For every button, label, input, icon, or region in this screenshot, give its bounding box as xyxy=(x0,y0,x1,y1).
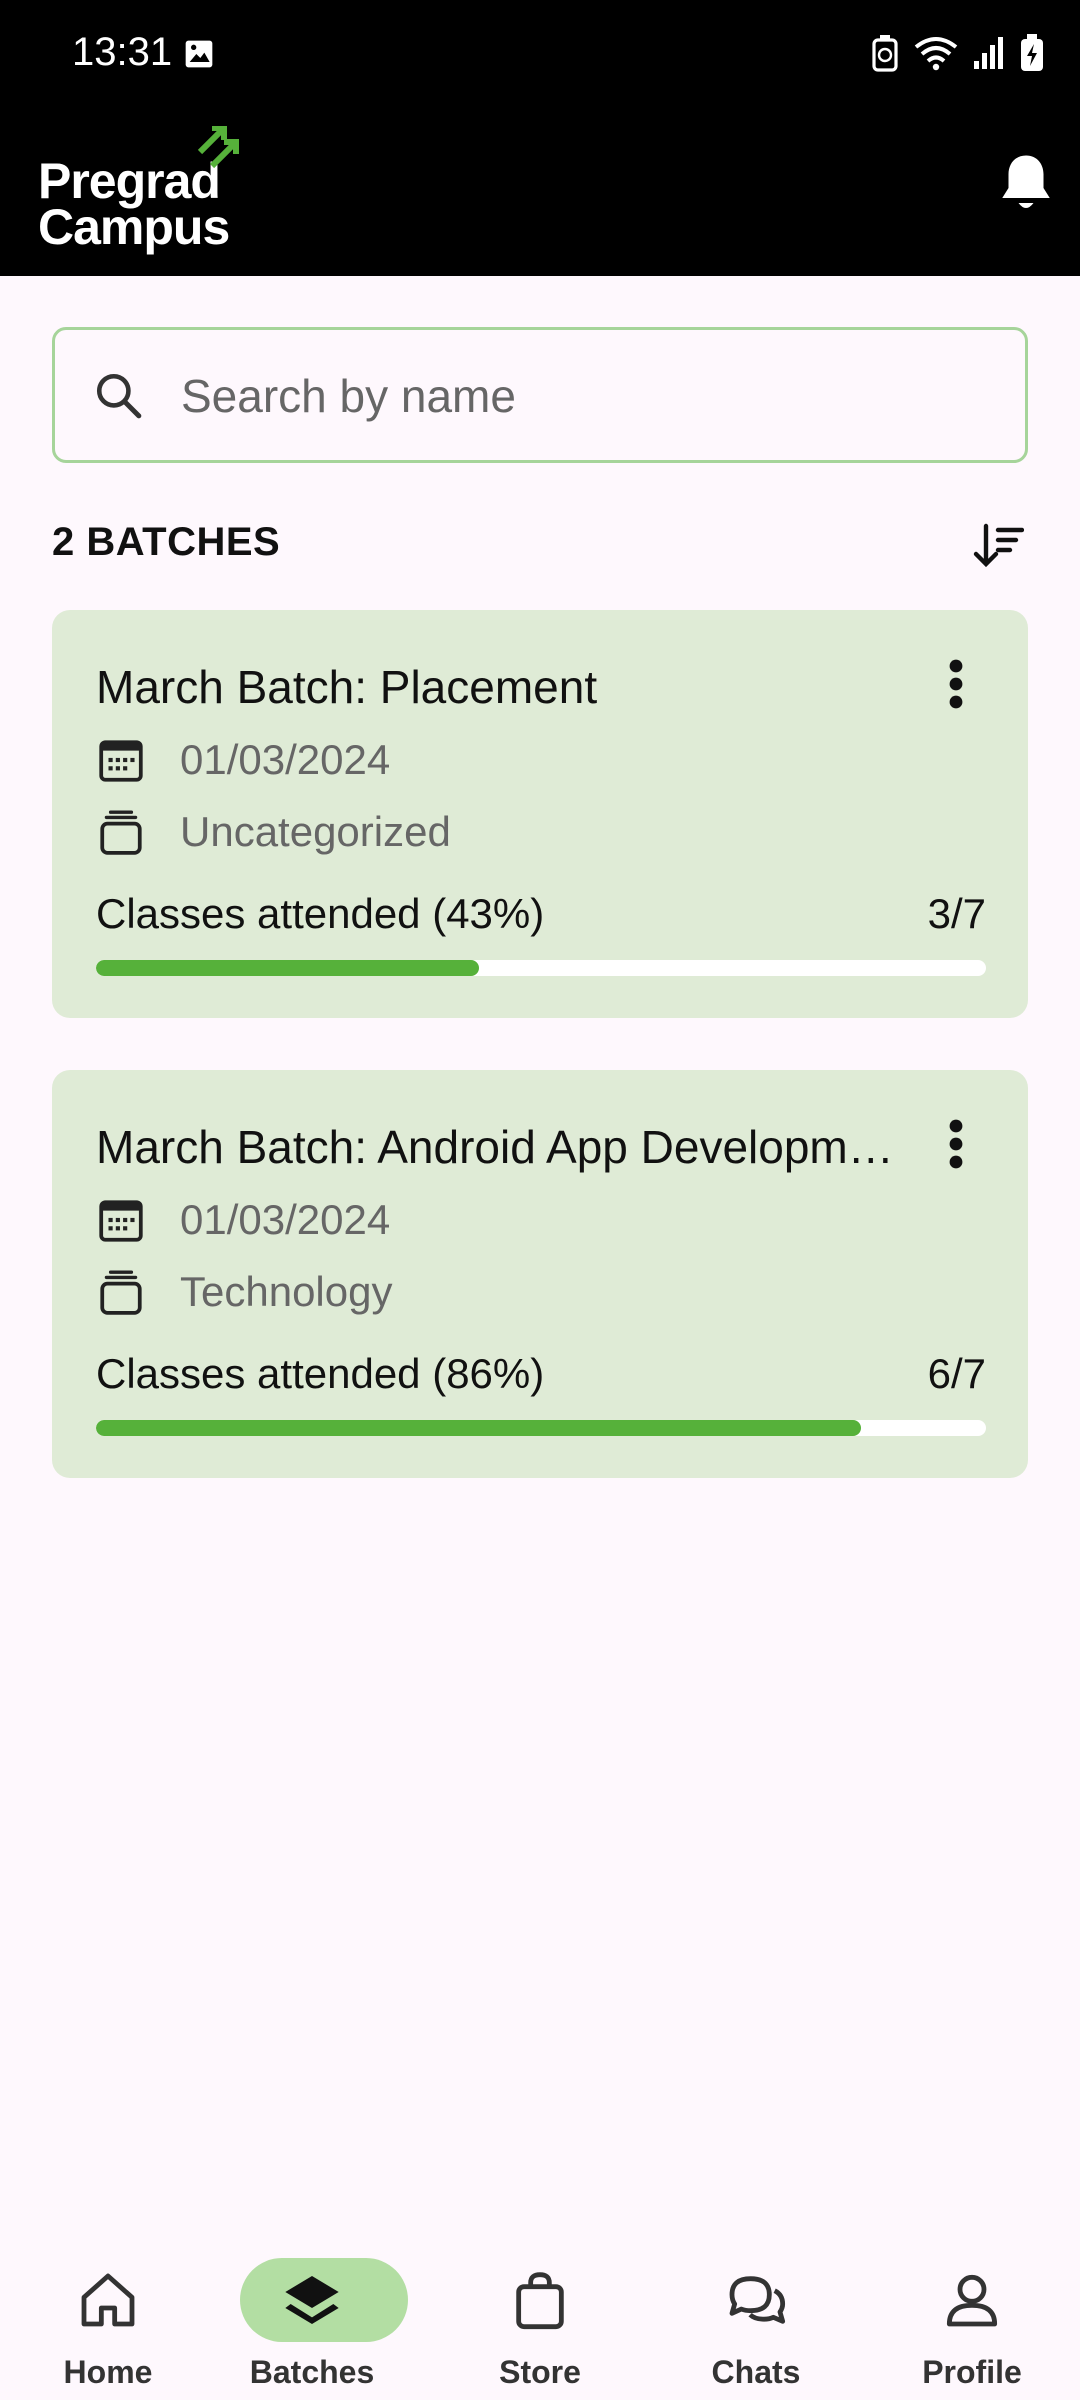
calendar-icon xyxy=(99,1200,143,1242)
more-vert-icon[interactable] xyxy=(936,1114,976,1174)
bag-icon xyxy=(516,2272,564,2330)
chat-icon xyxy=(729,2276,786,2324)
attendance-count: 3/7 xyxy=(927,890,986,937)
battery-charging-icon xyxy=(1021,34,1043,71)
batch-category: Uncategorized xyxy=(180,808,451,855)
batch-date-row: 01/03/2024 xyxy=(96,1190,390,1250)
stack-icon xyxy=(100,810,142,855)
batch-title: March Batch: Android App Developm… xyxy=(96,1121,894,1173)
attendance-label: Classes attended (43%) xyxy=(96,890,545,937)
attendance-progress-bar xyxy=(96,960,986,976)
batches-count-label: 2 BATCHES xyxy=(52,520,281,564)
attendance-count: 6/7 xyxy=(927,1350,986,1397)
layers-icon xyxy=(285,2276,339,2324)
nav-batches-label: Batches xyxy=(249,2354,375,2390)
nav-chats-label: Chats xyxy=(711,2354,801,2390)
bottom-navigation: Home Batches Store Chats Profile xyxy=(0,2216,1080,2400)
search-box[interactable] xyxy=(52,327,1028,463)
sort-icon[interactable] xyxy=(972,520,1024,572)
nav-home[interactable]: Home xyxy=(8,2236,208,2390)
attendance-label: Classes attended (86%) xyxy=(96,1350,545,1397)
attendance-progress-bar xyxy=(96,1420,986,1436)
batch-date: 01/03/2024 xyxy=(180,736,391,783)
image-notification-icon xyxy=(185,40,213,68)
logo-arrow-icon xyxy=(197,126,239,169)
batch-date-row: 01/03/2024 xyxy=(96,730,390,790)
nav-store-label: Store xyxy=(499,2354,581,2390)
batch-date: 01/03/2024 xyxy=(180,1196,391,1243)
signal-icon xyxy=(974,37,1003,69)
batch-category-row: Uncategorized xyxy=(96,802,451,862)
calendar-icon xyxy=(99,740,143,782)
nav-chats[interactable]: Chats xyxy=(656,2236,856,2390)
home-icon xyxy=(81,2273,135,2327)
batch-card[interactable]: March Batch: Android App Developm… 01/03… xyxy=(52,1070,1028,1478)
nav-store[interactable]: Store xyxy=(440,2236,640,2390)
nav-profile-label: Profile xyxy=(922,2354,1022,2390)
nav-profile[interactable]: Profile xyxy=(872,2236,1072,2390)
batch-card[interactable]: March Batch: Placement 01/03/2024 Uncate… xyxy=(52,610,1028,1018)
attendance-progress-fill xyxy=(96,960,479,976)
search-input[interactable] xyxy=(181,360,981,432)
person-icon xyxy=(946,2274,998,2327)
notification-bell-icon[interactable] xyxy=(996,150,1056,216)
logo-line-2: Campus xyxy=(38,199,230,255)
stack-icon xyxy=(100,1270,142,1315)
more-vert-icon[interactable] xyxy=(936,654,976,714)
batch-category-row: Technology xyxy=(96,1262,392,1322)
search-icon xyxy=(96,373,142,419)
nav-home-label: Home xyxy=(63,2354,153,2390)
battery-saver-icon xyxy=(872,35,898,72)
batch-title: March Batch: Placement xyxy=(96,661,598,713)
nav-batches[interactable]: Batches xyxy=(212,2236,412,2390)
status-bar: 13:31 xyxy=(0,0,1080,108)
status-icons xyxy=(872,34,1044,72)
batch-category: Technology xyxy=(180,1268,393,1315)
app-bar: Pregrad Campus xyxy=(0,108,1080,276)
attendance-progress-fill xyxy=(96,1420,862,1436)
status-time: 13:31 xyxy=(72,30,173,74)
wifi-icon xyxy=(914,37,958,71)
pregrad-campus-logo[interactable]: Pregrad Campus xyxy=(38,126,248,256)
